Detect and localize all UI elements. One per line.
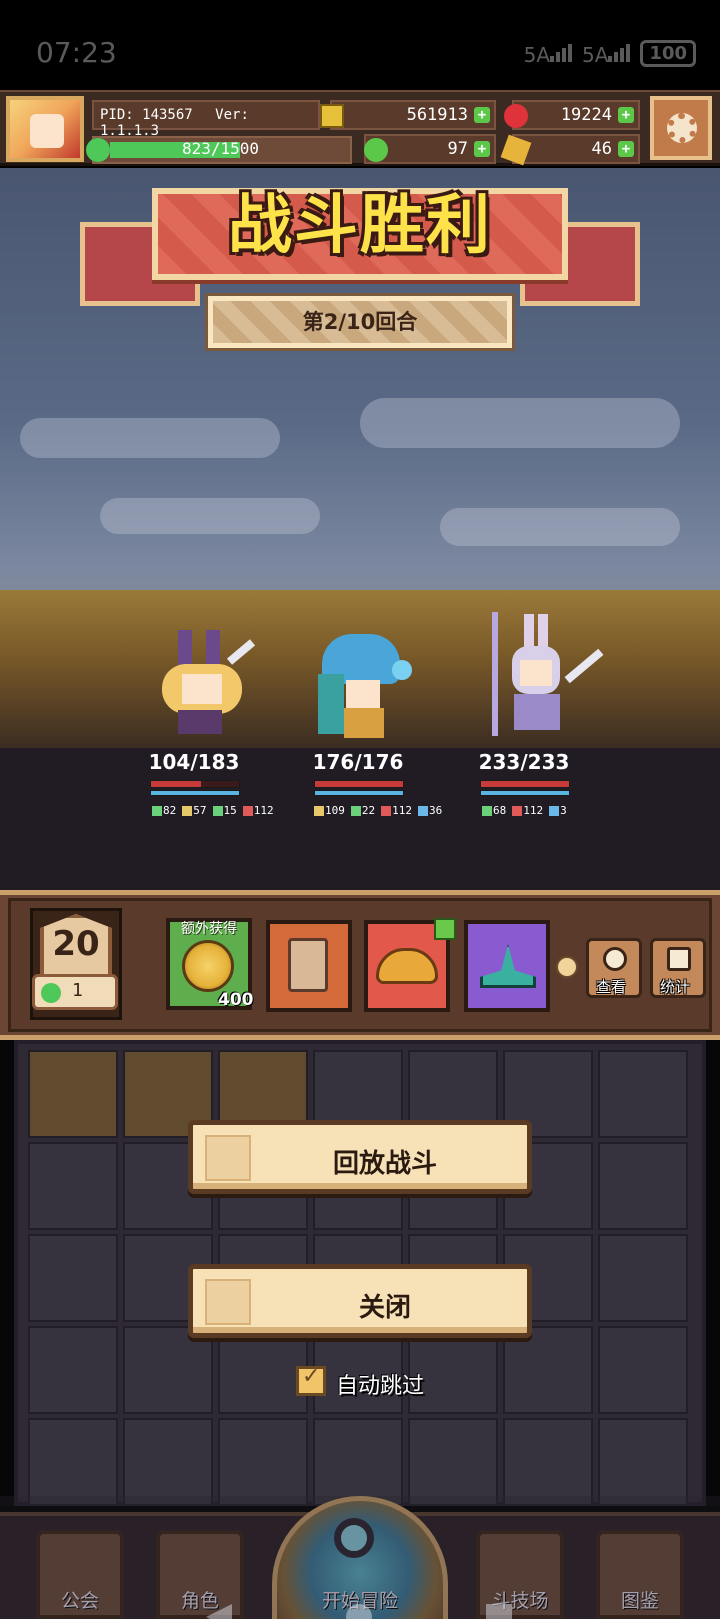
replay-battle-label: 回放战斗: [332, 1149, 437, 1179]
add-gold-icon[interactable]: +: [474, 107, 490, 123]
clock: 07:23: [36, 36, 117, 69]
level-value: 20: [52, 924, 100, 964]
gold-coin-icon: [320, 104, 344, 128]
hero-fox-archer[interactable]: [148, 630, 258, 740]
clover-icon: [364, 138, 388, 162]
scroll-icon: [314, 805, 324, 816]
battery-icon: 100: [640, 40, 696, 67]
extra-reward-tag: 额外获得: [181, 921, 237, 937]
ruby-icon: [504, 104, 528, 128]
sword-icon: [212, 805, 223, 816]
player-id: PID: 143567: [100, 107, 193, 123]
defense-icon: [152, 805, 162, 816]
magnifier-icon: [603, 947, 627, 971]
stat-block-1: 82: [152, 804, 176, 817]
stats-label: 统计: [660, 978, 691, 996]
sword-icon: [482, 805, 492, 816]
page-dot-icon: [556, 956, 578, 978]
hero-3-shield-bar: [480, 790, 570, 796]
hero-1-hp: 104/183: [148, 750, 240, 774]
ticket-value: 46: [591, 139, 612, 159]
round-counter: 第2/10回合: [302, 310, 418, 334]
close-icon: [205, 1279, 251, 1325]
signal-icon: 5A: [582, 40, 631, 67]
fist-icon: [381, 805, 392, 816]
stat-block-4: 36: [418, 804, 442, 817]
hero-3-hp: 233/233: [478, 750, 570, 774]
stat-block-3: 112: [381, 804, 412, 817]
clover-icon: [41, 983, 61, 1003]
replay-battle-button[interactable]: 回放战斗: [188, 1120, 532, 1194]
system-indicators: 5A 5A 100: [524, 40, 696, 67]
hero-3-stats: 68 112 3: [482, 804, 567, 817]
recents-icon[interactable]: [486, 1604, 512, 1619]
camera-icon: [205, 1135, 251, 1181]
hero-rabbit-knight[interactable]: [466, 612, 604, 736]
upgrade-arrow-icon: [434, 918, 456, 940]
stat-block-3: 15: [212, 804, 237, 817]
coin-quantity: 400: [218, 990, 254, 1010]
gear-icon: [667, 113, 697, 143]
scroll-icon: [288, 938, 328, 992]
ticket-counter[interactable]: 46 +: [512, 134, 640, 164]
settings-button[interactable]: [650, 96, 712, 160]
gold-counter[interactable]: 561913 +: [330, 100, 496, 130]
close-label: 关闭: [358, 1293, 411, 1323]
close-button[interactable]: 关闭: [188, 1264, 532, 1338]
hero-1-shield-bar: [150, 790, 240, 796]
stat-block-2: 22: [350, 804, 375, 817]
xp-value: 823/1500: [182, 139, 260, 158]
hero-water-mage[interactable]: [308, 634, 418, 744]
stat-block-1: 109: [314, 804, 345, 817]
hero-2-stats: 109 22 112 36: [314, 804, 442, 817]
gold-coin-icon: [182, 940, 234, 992]
nav-overlay: [0, 1496, 720, 1619]
add-gem-icon[interactable]: +: [618, 107, 634, 123]
hero-2-hp-bar: [314, 780, 404, 788]
hero-1-hp-bar: [150, 780, 240, 788]
hero-3-hp-bar: [480, 780, 570, 788]
list-icon: [667, 947, 691, 971]
hero-2-shield-bar: [314, 790, 404, 796]
scroll-icon: [182, 805, 193, 816]
signal-icon: 5A: [524, 40, 573, 67]
add-clover-icon[interactable]: +: [474, 141, 490, 157]
clover-count: 1: [72, 980, 83, 1001]
stat-block-2: 112: [512, 804, 543, 817]
clover-value: 97: [447, 139, 468, 159]
victory-title: 战斗胜利: [228, 189, 492, 263]
stat-block-2: 57: [182, 804, 207, 817]
view-label: 查看: [596, 978, 627, 996]
gold-value: 561913: [406, 105, 468, 125]
gem-value: 19224: [560, 105, 612, 125]
player-avatar[interactable]: [6, 96, 84, 162]
add-ticket-icon[interactable]: +: [618, 141, 634, 157]
stat-block-4: 112: [242, 804, 274, 817]
fist-icon: [242, 805, 253, 816]
stat-block-3: 3: [549, 804, 567, 817]
hero-2-hp: 176/176: [312, 750, 404, 774]
checkmark-icon: ✓: [302, 1364, 321, 1389]
auto-skip-label: 自动跳过: [336, 1374, 425, 1399]
player-id-box: PID: 143567 Ver: 1.1.1.3: [92, 100, 320, 139]
sword-icon: [350, 805, 361, 816]
stat-block-1: 68: [482, 804, 506, 817]
hero-1-stats: 82 57 15 112: [152, 804, 274, 817]
water-drop-icon: [549, 805, 560, 816]
gem-counter[interactable]: 19224 +: [512, 100, 640, 130]
water-drop-icon: [418, 805, 428, 816]
clover-icon: [86, 138, 110, 162]
fist-icon: [512, 805, 523, 816]
